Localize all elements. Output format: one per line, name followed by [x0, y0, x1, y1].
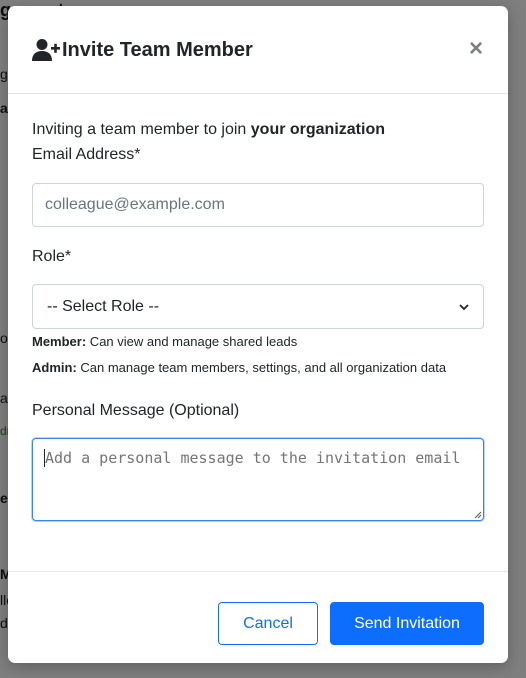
- user-plus-icon: [32, 39, 60, 61]
- send-invitation-button[interactable]: Send Invitation: [330, 602, 484, 645]
- personal-message-label: Personal Message (Optional): [32, 402, 240, 419]
- personal-message-wrapper: [32, 438, 484, 521]
- intro-prefix: Inviting a team member to join: [32, 121, 251, 138]
- intro-text: Inviting a team member to join your orga…: [32, 121, 385, 139]
- modal-footer: Cancel Send Invitation: [8, 571, 508, 663]
- modal-header: Invite Team Member ×: [8, 6, 508, 94]
- cancel-button[interactable]: Cancel: [218, 602, 318, 645]
- organization-name: your organization: [250, 121, 385, 138]
- email-field[interactable]: [32, 183, 484, 227]
- invite-team-member-modal: Invite Team Member × Inviting a team mem…: [8, 6, 508, 663]
- role-help-text: Can view and manage shared leads: [86, 334, 298, 349]
- role-help-name: Member:: [32, 334, 87, 349]
- role-select-value: -- Select Role --: [47, 297, 160, 315]
- role-help-admin: Admin: Can manage team members, settings…: [32, 360, 446, 375]
- role-help-name: Admin:: [32, 360, 77, 375]
- resize-handle-icon[interactable]: [474, 511, 482, 519]
- email-label: Email Address*: [32, 146, 141, 163]
- personal-message-textarea[interactable]: [32, 438, 484, 521]
- close-button[interactable]: ×: [466, 36, 486, 62]
- chevron-down-icon: [459, 303, 469, 310]
- modal-title: Invite Team Member: [62, 39, 253, 61]
- role-help-member: Member: Can view and manage shared leads: [32, 334, 297, 349]
- role-select[interactable]: -- Select Role --: [32, 284, 484, 329]
- role-label: Role*: [32, 248, 72, 265]
- text-caret: [44, 449, 45, 467]
- role-help-text: Can manage team members, settings, and a…: [76, 360, 447, 375]
